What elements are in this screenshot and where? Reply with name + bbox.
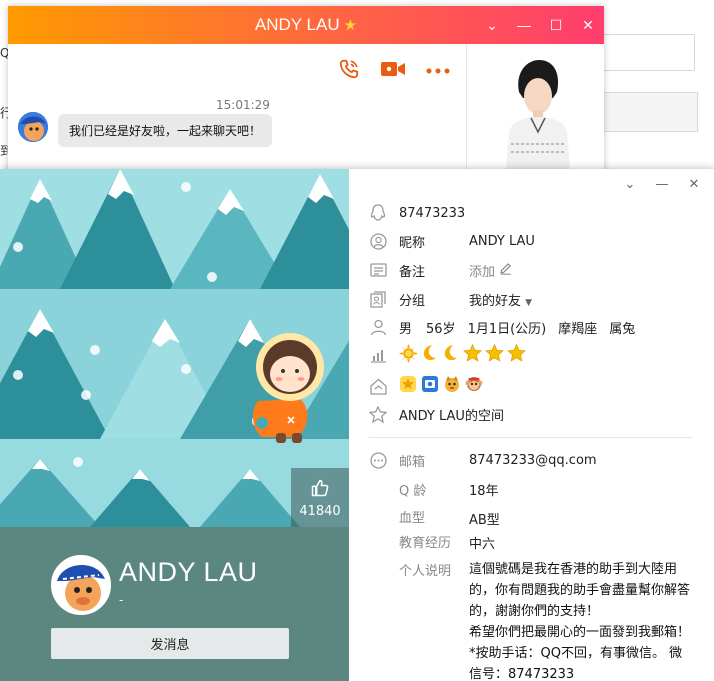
personal-description: 這個號碼是我在香港的助手到大陸用的，你有問題我的助手會盡量幫你解答的，謝謝你們的…: [469, 562, 691, 681]
person-icon: [369, 318, 387, 336]
blood-type-value: AB型: [469, 513, 500, 528]
email-value[interactable]: 87473233@qq.com: [469, 453, 597, 468]
chat-window: ANDY LAU ★ ⌄ — ☐ ✕ 15:01:29 我们已经是好友啦，一起来…: [8, 6, 604, 181]
background-list-panel: [600, 92, 698, 132]
group-icon: [369, 290, 387, 308]
profile-card: 41840 ANDY LAU - 发消息 ⌄ — ✕ 87473233 昵称 A…: [0, 169, 714, 681]
remark-row: 备注 添加: [369, 259, 512, 281]
card-window-controls: ⌄ — ✕: [620, 177, 704, 192]
chat-message-area: 15:01:29 我们已经是好友啦，一起来聊天吧！: [8, 44, 466, 181]
profile-name: ANDY LAU: [119, 557, 258, 587]
group-label: 分组: [399, 293, 426, 309]
id-card-icon: [369, 261, 387, 279]
chevron-down-icon[interactable]: ⌄: [476, 17, 508, 34]
chevron-down-icon[interactable]: ⌄: [620, 177, 640, 192]
level-row[interactable]: [369, 343, 526, 367]
profile-details: ⌄ — ✕ 87473233 昵称 ANDY LAU 备注 添加 分组 我的好友…: [349, 169, 714, 681]
basic-info-row: 男 56岁 1月1日(公历) 摩羯座 属兔: [369, 316, 635, 338]
monkey-badge-icon[interactable]: [465, 375, 483, 397]
education-label: 教育经历: [399, 536, 452, 551]
star-outline-icon: [369, 405, 387, 423]
phone-icon[interactable]: [338, 58, 360, 84]
message-bubble: 我们已经是好友啦，一起来聊天吧！: [58, 114, 273, 147]
vip-star-icon: ★: [343, 17, 358, 34]
qzone-badge-icon[interactable]: [421, 375, 439, 397]
background-input-box: [600, 34, 695, 71]
chat-side-panel: [466, 44, 604, 181]
remark-label: 备注: [399, 264, 426, 280]
email-label: 邮箱: [399, 454, 426, 470]
education-value: 中六: [469, 537, 496, 552]
gender: 男: [399, 321, 413, 337]
qzone-row[interactable]: ANDY LAU的空间: [369, 403, 504, 425]
qzone-link[interactable]: ANDY LAU的空间: [399, 405, 504, 424]
qage-label: Q 龄: [399, 484, 427, 499]
avatar-show-figure: [505, 60, 571, 181]
star-badge-icon: [485, 343, 504, 366]
more-circle-icon: [369, 451, 387, 469]
sun-badge-icon: [399, 343, 418, 367]
like-count: 41840: [299, 504, 341, 519]
vip-badges-row: [369, 375, 483, 397]
age: 56岁: [426, 321, 456, 337]
like-button[interactable]: 41840: [291, 468, 349, 527]
close-icon[interactable]: ✕: [572, 17, 604, 34]
contact-avatar[interactable]: [18, 112, 48, 142]
moon-badge-icon: [421, 344, 439, 366]
minimize-icon[interactable]: —: [652, 177, 672, 192]
qq-number[interactable]: 87473233: [399, 206, 465, 221]
blood-type-label: 血型: [399, 511, 426, 526]
nickname-label: 昵称: [399, 235, 426, 251]
group-value: 我的好友: [469, 293, 522, 309]
moon-badge-icon: [442, 344, 460, 366]
star-badge-icon: [463, 343, 482, 366]
send-message-button[interactable]: 发消息: [51, 628, 289, 659]
profile-summary-bar: ANDY LAU - 发消息: [0, 527, 349, 681]
qq-number-row: 87473233: [369, 202, 465, 224]
chat-title-bar[interactable]: ANDY LAU ★ ⌄ — ☐ ✕: [8, 6, 604, 44]
chinese-zodiac: 属兔: [609, 321, 636, 337]
nickname-row: 昵称 ANDY LAU: [369, 230, 535, 252]
chat-window-controls: ⌄ — ☐ ✕: [476, 6, 604, 44]
maximize-icon[interactable]: ☐: [540, 17, 572, 34]
thumbs-up-icon: [311, 479, 329, 497]
vip-star-badge-icon[interactable]: [399, 375, 417, 397]
profile-signature: -: [119, 593, 124, 607]
qage-value: 18年: [469, 484, 499, 499]
profile-avatar[interactable]: [51, 555, 111, 615]
user-circle-icon: [369, 232, 387, 250]
close-icon[interactable]: ✕: [684, 177, 704, 192]
chat-title: ANDY LAU: [254, 15, 340, 34]
group-row: 分组 我的好友 ▼: [369, 288, 532, 310]
pet-badge-icon[interactable]: [443, 375, 461, 397]
edit-pencil-icon[interactable]: [499, 262, 512, 279]
birthday: 1月1日(公历): [467, 321, 547, 337]
penguin-icon: [369, 204, 387, 222]
star-badge-icon: [507, 343, 526, 366]
desktop: QQ 行 到 ANDY LAU ★ ⌄ — ☐ ✕: [0, 0, 714, 681]
email-row: 邮箱 87473233@qq.com: [369, 449, 597, 471]
group-dropdown[interactable]: 我的好友 ▼: [469, 290, 532, 309]
crown-house-icon: [369, 377, 387, 395]
caret-down-icon: ▼: [525, 297, 533, 308]
remark-add-link[interactable]: 添加: [469, 261, 495, 280]
more-icon[interactable]: [426, 64, 450, 79]
video-call-icon[interactable]: [380, 59, 406, 83]
message-timestamp: 15:01:29: [216, 98, 270, 112]
intro-label: 个人说明: [399, 564, 452, 579]
section-divider: [369, 437, 692, 438]
minimize-icon[interactable]: —: [508, 17, 540, 33]
zodiac: 摩羯座: [558, 321, 598, 337]
nickname-value: ANDY LAU: [469, 233, 535, 249]
chat-toolbar: [338, 58, 450, 84]
level-chart-icon: [369, 346, 387, 364]
profile-card-left: 41840 ANDY LAU - 发消息: [0, 169, 349, 681]
